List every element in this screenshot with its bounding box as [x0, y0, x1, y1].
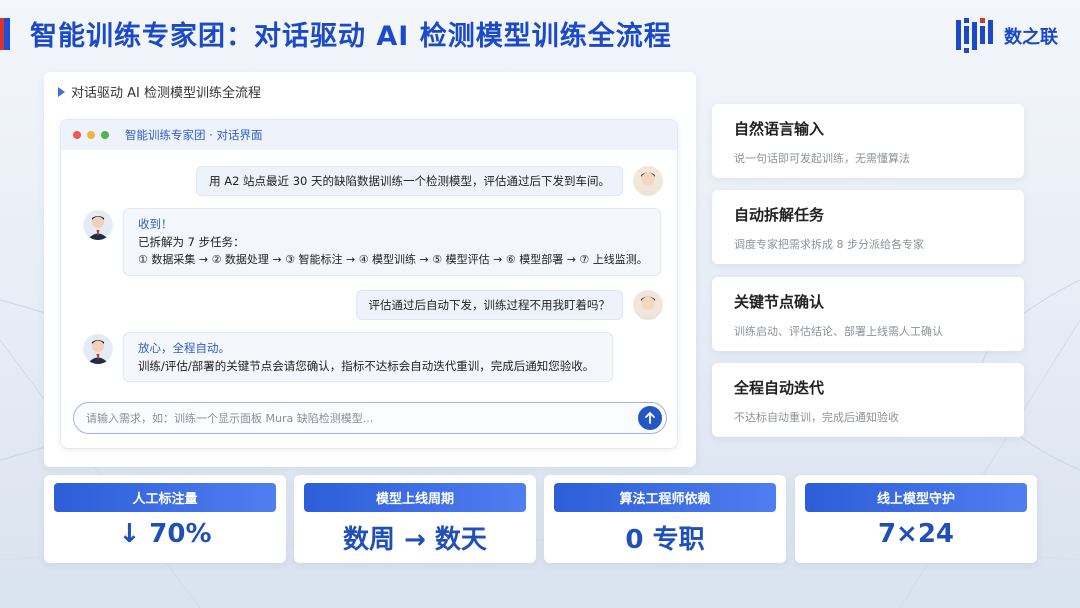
feature-card: 关键节点确认 训练启动、评估结论、部署上线需人工确认 [712, 277, 1024, 351]
metric-label: 模型上线周期 [304, 483, 526, 512]
assistant-avatar-icon [83, 334, 113, 364]
chat-window-titlebar: 智能训练专家团 · 对话界面 [61, 120, 677, 150]
play-triangle-icon [58, 86, 65, 97]
assistant-message: 放心，全程自动。 训练/评估/部署的关键节点会请您确认，指标不达标会自动迭代重训… [123, 332, 613, 382]
assistant-message-line: ① 数据采集 → ② 数据处理 → ③ 智能标注 → ④ 模型训练 → ⑤ 模型… [138, 253, 648, 266]
user-message-text: 评估通过后自动下发，训练过程不用我盯着吗？ [368, 298, 611, 312]
card-heading: 对话驱动 AI 检测模型训练全流程 [58, 82, 261, 101]
user-message: 用 A2 站点最近 30 天的缺陷数据训练一个检测模型，评估通过后下发到车间。 [196, 166, 623, 196]
metric-card: 人工标注量 ↓ 70% [44, 475, 286, 563]
page-title: 智能训练专家团：对话驱动 AI 检测模型训练全流程 [30, 21, 672, 52]
company-logo: 数之联 [956, 18, 1058, 54]
assistant-avatar-icon [83, 210, 113, 240]
metric-label: 人工标注量 [54, 483, 276, 512]
feature-title: 自动拆解任务 [734, 206, 825, 224]
assistant-message-title: 放心，全程自动。 [138, 341, 230, 355]
slide-header: 智能训练专家团：对话驱动 AI 检测模型训练全流程 数之联 [0, 0, 1080, 70]
chat-window: 智能训练专家团 · 对话界面 用 A2 站点最近 30 天的缺陷数据训练一个检测… [60, 119, 678, 449]
logo-mark-icon [956, 18, 993, 53]
metric-value: 0 专职 [625, 525, 705, 555]
logo-text: 数之联 [1004, 27, 1058, 48]
feature-desc: 调度专家把需求拆成 8 步分派给各专家 [734, 238, 924, 251]
assistant-message-line: 训练/评估/部署的关键节点会请您确认，指标不达标会自动迭代重训，完成后通知您验收… [138, 359, 595, 373]
card-heading-text: 对话驱动 AI 检测模型训练全流程 [71, 86, 261, 101]
user-message: 评估通过后自动下发，训练过程不用我盯着吗？ [355, 290, 623, 320]
user-avatar-icon [633, 290, 663, 320]
window-maximize-dot[interactable] [101, 131, 109, 139]
feature-title: 关键节点确认 [734, 293, 825, 311]
metric-value: ↓ 70% [118, 519, 212, 549]
metric-card: 算法工程师依赖 0 专职 [544, 475, 786, 563]
feature-title: 自然语言输入 [734, 120, 825, 138]
chat-demo-card: 对话驱动 AI 检测模型训练全流程 智能训练专家团 · 对话界面 用 A2 站点… [44, 72, 696, 467]
metric-label: 线上模型守护 [805, 483, 1027, 512]
send-button[interactable] [638, 406, 662, 430]
assistant-message-title: 收到！ [138, 217, 173, 231]
feature-card: 自动拆解任务 调度专家把需求拆成 8 步分派给各专家 [712, 190, 1024, 264]
assistant-avatar [83, 210, 113, 240]
metric-value: 7×24 [877, 519, 955, 549]
window-minimize-dot[interactable] [87, 131, 95, 139]
window-close-dot[interactable] [73, 131, 81, 139]
feature-desc: 训练启动、评估结论、部署上线需人工确认 [734, 325, 943, 338]
feature-desc: 说一句话即可发起训练，无需懂算法 [734, 152, 910, 165]
feature-card: 全程自动迭代 不达标自动重训，完成后通知验收 [712, 363, 1024, 437]
assistant-message: 收到！ 已拆解为 7 步任务： ① 数据采集 → ② 数据处理 → ③ 智能标注… [123, 208, 661, 276]
title-accent-bar [0, 18, 10, 50]
user-message-text: 用 A2 站点最近 30 天的缺陷数据训练一个检测模型，评估通过后下发到车间。 [209, 174, 610, 188]
chat-input[interactable] [86, 411, 626, 425]
chat-window-title: 智能训练专家团 · 对话界面 [125, 128, 263, 142]
user-avatar [633, 290, 663, 320]
user-avatar-icon [633, 166, 663, 196]
feature-title: 全程自动迭代 [734, 379, 825, 397]
metric-card: 线上模型守护 7×24 [795, 475, 1037, 563]
chat-input-box [73, 402, 667, 434]
feature-desc: 不达标自动重训，完成后通知验收 [734, 411, 899, 424]
arrow-up-icon [645, 412, 655, 424]
metric-card: 模型上线周期 数周 → 数天 [294, 475, 536, 563]
assistant-avatar [83, 334, 113, 364]
feature-card: 自然语言输入 说一句话即可发起训练，无需懂算法 [712, 104, 1024, 178]
metric-value: 数周 → 数天 [343, 525, 487, 555]
user-avatar [633, 166, 663, 196]
assistant-message-line: 已拆解为 7 步任务： [138, 235, 245, 249]
metric-label: 算法工程师依赖 [554, 483, 776, 512]
